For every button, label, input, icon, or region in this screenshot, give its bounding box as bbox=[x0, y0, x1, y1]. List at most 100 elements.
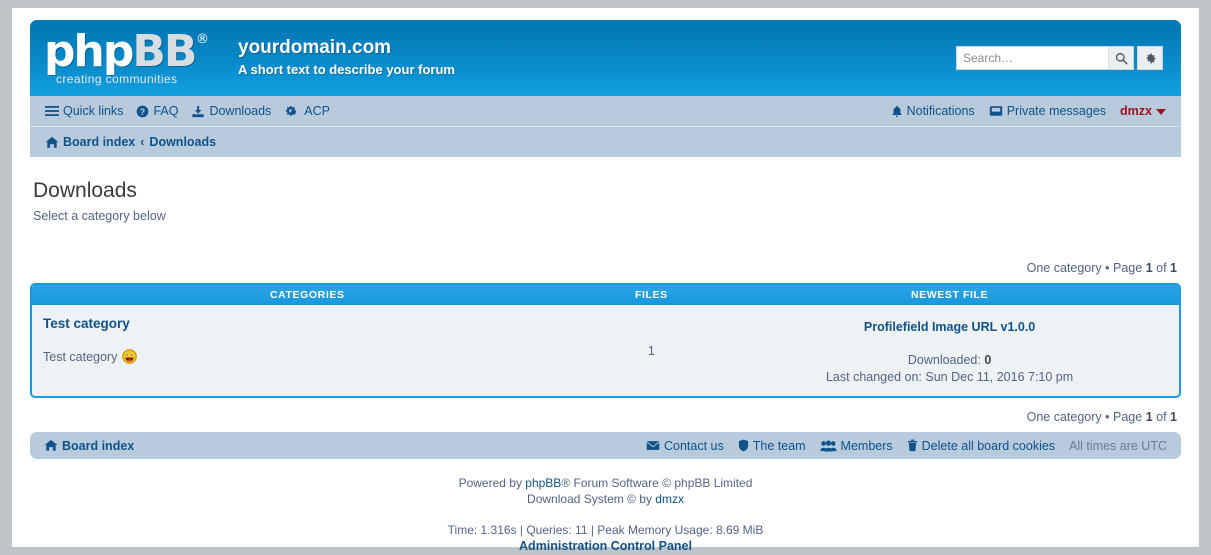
last-changed-label: Last changed on: bbox=[825, 370, 922, 384]
navigation-bar: Quick links ? FAQ Downloads ACP Notifica… bbox=[30, 96, 1181, 157]
search-submit-button[interactable] bbox=[1108, 46, 1134, 70]
cell-files-count: 1 bbox=[647, 343, 655, 358]
cell-newest-file: Profilefield Image URL v1.0.0 Downloaded… bbox=[720, 305, 1179, 396]
downloaded-line: Downloaded: 0 bbox=[720, 352, 1179, 369]
nav-faq[interactable]: ? FAQ bbox=[136, 104, 178, 118]
nav-private-messages[interactable]: Private messages bbox=[989, 104, 1106, 118]
pagination-of-top: of bbox=[1156, 261, 1167, 275]
footer-the-team[interactable]: The team bbox=[738, 439, 806, 453]
site-title[interactable]: yourdomain.com bbox=[238, 37, 391, 59]
user-menu-button[interactable]: dmzx bbox=[1120, 104, 1166, 118]
bell-icon bbox=[892, 105, 902, 117]
search-box bbox=[956, 46, 1163, 70]
nav-quick-links[interactable]: Quick links bbox=[45, 104, 123, 118]
footer-delete-cookies-label: Delete all board cookies bbox=[921, 438, 1056, 453]
pagination-total-top: 1 bbox=[1170, 261, 1177, 275]
download-icon bbox=[192, 105, 205, 117]
phpbb-logo[interactable]: phpBB ® creating communities bbox=[44, 28, 219, 88]
column-header-categories: CATEGORIES bbox=[269, 289, 345, 301]
nav-private-messages-label: Private messages bbox=[1006, 104, 1107, 118]
dmzx-link[interactable]: dmzx bbox=[655, 492, 684, 506]
footer-navigation: Board index Contact us The team Members … bbox=[30, 432, 1181, 459]
hamburger-icon bbox=[45, 106, 59, 116]
footer-members[interactable]: Members bbox=[819, 438, 893, 453]
page-stats: Time: 1.316s | Queries: 11 | Peak Memory… bbox=[447, 523, 764, 537]
last-changed-line: Last changed on: Sun Dec 11, 2016 7:10 p… bbox=[720, 369, 1179, 386]
site-header: phpBB ® creating communities yourdomain.… bbox=[30, 20, 1181, 96]
copyright-block: Powered by phpBB® Forum Software © phpBB… bbox=[30, 475, 1181, 507]
nav-acp[interactable]: ACP bbox=[284, 104, 330, 118]
footer-contact-us-label: Contact us bbox=[663, 438, 724, 453]
home-icon bbox=[45, 136, 59, 148]
logo-wordmark-php: php bbox=[44, 26, 134, 77]
category-link[interactable]: Test category bbox=[43, 316, 130, 331]
envelope-open-icon bbox=[989, 106, 1002, 116]
logo-registered-mark: ® bbox=[196, 32, 209, 47]
nav-quick-links-label: Quick links bbox=[63, 104, 124, 118]
pagination-count-top: One category bbox=[1026, 261, 1102, 275]
home-icon bbox=[44, 439, 58, 451]
footer-board-index-label: Board index bbox=[62, 438, 135, 453]
smiley-tongue-icon bbox=[122, 349, 138, 364]
copyright-prefix: Powered by bbox=[458, 476, 526, 490]
pagination-page-word-bottom: Page bbox=[1113, 410, 1143, 424]
column-header-newest-file: NEWEST FILE bbox=[910, 289, 989, 301]
phpbb-link[interactable]: phpBB bbox=[525, 476, 561, 490]
nav-downloads-label: Downloads bbox=[209, 104, 272, 118]
pagination-count-bottom: One category bbox=[1026, 410, 1102, 424]
footer-board-index[interactable]: Board index bbox=[44, 439, 134, 453]
logo-tagline: creating communities bbox=[56, 72, 178, 86]
downloaded-label: Downloaded: bbox=[907, 353, 981, 367]
nav-faq-label: FAQ bbox=[153, 104, 179, 118]
breadcrumb-board-index[interactable]: Board index bbox=[45, 135, 135, 149]
cell-category: Test category Test category bbox=[32, 305, 583, 396]
footer-delete-cookies[interactable]: Delete all board cookies bbox=[907, 439, 1055, 453]
nav-downloads[interactable]: Downloads bbox=[191, 104, 271, 118]
forum-page: phpBB ® creating communities yourdomain.… bbox=[12, 8, 1199, 553]
gear-icon bbox=[1146, 53, 1155, 63]
gears-icon bbox=[286, 105, 297, 116]
nav-row-primary: Quick links ? FAQ Downloads ACP Notifica… bbox=[31, 96, 1180, 127]
footer-contact-us[interactable]: Contact us bbox=[646, 439, 724, 453]
pagination-current-top: 1 bbox=[1145, 261, 1153, 275]
download-system-prefix: Download System © by bbox=[527, 492, 656, 506]
breadcrumb: Board index ‹ Downloads bbox=[31, 127, 1180, 157]
nav-links-right: Notifications Private messages dmzx bbox=[891, 104, 1166, 118]
advanced-search-button[interactable] bbox=[1137, 46, 1163, 70]
pagination-bottom: One category • Page 1 of 1 bbox=[30, 410, 1181, 424]
pagination-top: One category • Page 1 of 1 bbox=[30, 261, 1181, 275]
page-subtitle: Select a category below bbox=[33, 209, 166, 223]
logo-wordmark: phpBB bbox=[44, 30, 197, 74]
users-icon bbox=[819, 439, 837, 452]
newest-file-link[interactable]: Profilefield Image URL v1.0.0 bbox=[864, 320, 1035, 334]
shield-icon bbox=[738, 439, 748, 452]
footer-members-label: Members bbox=[840, 438, 893, 453]
question-circle-icon: ? bbox=[137, 105, 149, 117]
footer-links: Contact us The team Members Delete all b… bbox=[646, 439, 1167, 453]
table-row: Test category Test category 1 Profilefie… bbox=[32, 305, 1179, 396]
desktop-background: phpBB ® creating communities yourdomain.… bbox=[0, 0, 1211, 555]
trash-icon bbox=[907, 439, 917, 452]
copyright-line-1: Powered by phpBB® Forum Software © phpBB… bbox=[30, 475, 1181, 491]
nav-notifications-label: Notifications bbox=[906, 104, 975, 118]
envelope-icon bbox=[646, 441, 660, 450]
downloaded-count: 0 bbox=[984, 353, 992, 367]
administration-control-panel-link[interactable]: Administration Control Panel bbox=[30, 539, 1181, 553]
nav-notifications[interactable]: Notifications bbox=[891, 104, 975, 118]
category-description: Test category bbox=[43, 349, 583, 364]
category-description-text: Test category bbox=[43, 349, 118, 364]
pagination-of-bottom: of bbox=[1156, 410, 1167, 424]
search-icon bbox=[1115, 52, 1128, 65]
page-title: Downloads bbox=[33, 179, 137, 202]
pagination-total-bottom: 1 bbox=[1170, 410, 1177, 424]
copyright-line-2: Download System © by dmzx bbox=[30, 491, 1181, 507]
last-changed-value: Sun Dec 11, 2016 7:10 pm bbox=[925, 370, 1074, 384]
breadcrumb-board-index-label: Board index bbox=[63, 135, 136, 149]
pagination-page-word-top: Page bbox=[1113, 261, 1143, 275]
breadcrumb-downloads[interactable]: Downloads bbox=[149, 135, 216, 149]
search-input[interactable] bbox=[956, 46, 1108, 70]
breadcrumb-separator: ‹ bbox=[140, 135, 145, 149]
column-header-files: FILES bbox=[634, 289, 668, 301]
nav-links-left: Quick links ? FAQ Downloads ACP bbox=[45, 104, 330, 118]
table-header-row: CATEGORIES FILES NEWEST FILE bbox=[32, 285, 1179, 305]
